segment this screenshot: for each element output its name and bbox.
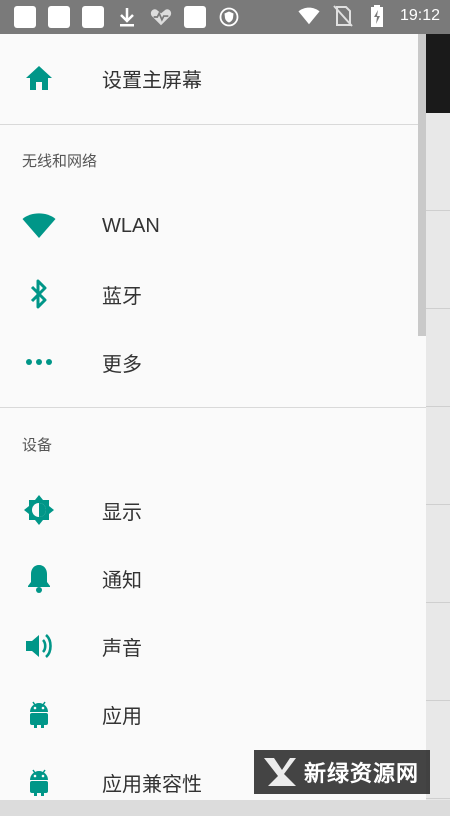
drawer-item-label: 通知 [102,569,142,592]
drawer-item-label: 设置主屏幕 [102,69,202,92]
battery-charging-icon [366,5,388,27]
status-bar: 19:12 [0,0,450,34]
drawer-item-display[interactable]: 显示 [0,476,418,544]
drawer-item-bluetooth[interactable]: 蓝牙 [0,260,418,328]
bluetooth-icon [22,277,56,311]
notification-icons [14,6,240,28]
clock: 19:12 [399,7,440,24]
drawer-item-label: 更多 [102,353,142,376]
drawer-item-wlan[interactable]: WLAN [0,192,418,260]
drawer-item-label: 应用 [102,705,142,728]
watermark-text: 新绿资源网 [304,762,420,787]
drawer-scrollbar[interactable] [418,34,426,336]
no-sim-icon [332,5,354,27]
navigation-drawer: 设置主屏幕 无线和网络 WLAN 蓝牙 更多 设备 显示 通知 声音 应用 应用… [0,34,426,800]
drawer-item-label: WLAN [102,214,160,237]
drawer-item-label: 显示 [102,501,142,524]
wifi-icon [22,209,56,243]
drawer-item-label: 蓝牙 [102,285,142,308]
drawer-item-label: 声音 [102,637,142,660]
drawer-item-notifications[interactable]: 通知 [0,544,418,612]
section-title-wireless: 无线和网络 [22,152,98,170]
divider [0,407,426,408]
notification-box-icon [82,6,104,28]
drawer-item-sound[interactable]: 声音 [0,612,418,680]
shield-icon [218,6,240,28]
system-icons: 19:12 [298,5,440,27]
watermark: 新绿资源网 [254,750,430,794]
notification-box-icon [48,6,70,28]
drawer-item-apps[interactable]: 应用 [0,680,418,748]
watermark-logo [264,758,296,786]
drawer-item-more[interactable]: 更多 [0,328,418,396]
wifi-icon [298,5,320,27]
drawer-item-home-screen[interactable]: 设置主屏幕 [0,44,418,112]
home-icon [22,61,56,95]
android-icon [22,765,56,799]
brightness-icon [22,493,56,527]
divider [0,124,426,125]
download-icon [116,6,138,28]
volume-icon [22,629,56,663]
android-icon [22,697,56,731]
bell-icon [22,561,56,595]
drawer-item-label: 应用兼容性 [102,773,202,796]
more-dots-icon [22,345,56,379]
section-title-device: 设备 [22,436,53,454]
notification-box-icon [184,6,206,28]
heart-rate-icon [150,6,172,28]
notification-box-icon [14,6,36,28]
